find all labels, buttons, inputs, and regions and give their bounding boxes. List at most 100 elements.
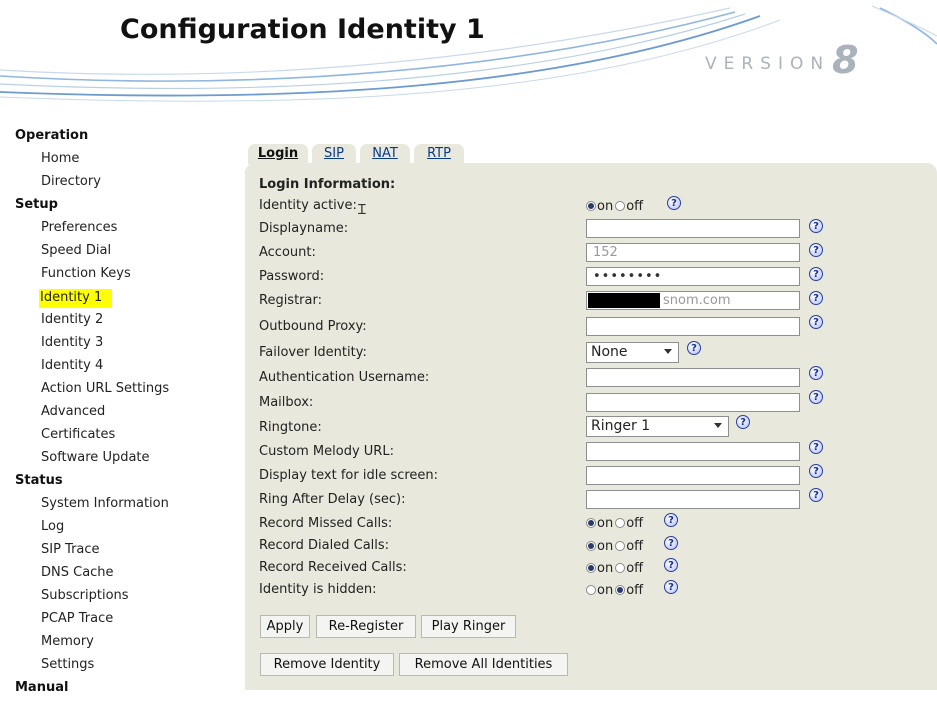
dropdown-arrow-icon	[714, 423, 722, 428]
record-dialed-on-radio[interactable]	[586, 541, 596, 551]
radio-off-label: off	[626, 561, 644, 576]
help-icon[interactable]: ?	[664, 513, 678, 527]
displayname-label: Displayname:	[259, 221, 349, 236]
mailbox-label: Mailbox:	[259, 395, 314, 410]
sidebar-item-pcap-trace[interactable]: PCAP Trace	[15, 611, 220, 634]
sidebar-item-label: Identity 2	[41, 312, 104, 327]
ringtone-select[interactable]: Ringer 1	[586, 416, 729, 437]
identity-active-radios: on off	[586, 199, 645, 215]
mailbox-field[interactable]	[586, 393, 800, 412]
sidebar-item-software-update[interactable]: Software Update	[15, 450, 220, 473]
help-icon[interactable]: ?	[809, 219, 823, 233]
sidebar-item-sip-trace[interactable]: SIP Trace	[15, 542, 220, 565]
password-field[interactable]	[586, 267, 800, 286]
identity-hidden-off-radio[interactable]	[615, 585, 626, 595]
radio-on-label: on	[597, 583, 614, 598]
remove-identity-button[interactable]: Remove Identity	[260, 653, 394, 676]
radio-on-label: on	[597, 561, 614, 576]
radio-on-label: on	[597, 516, 614, 531]
tab-rtp[interactable]: RTP	[414, 144, 464, 164]
help-icon[interactable]: ?	[809, 488, 823, 502]
auth-username-label: Authentication Username:	[259, 370, 430, 385]
tab-nat[interactable]: NAT	[360, 144, 410, 164]
record-dialed-label: Record Dialed Calls:	[259, 538, 390, 553]
help-icon[interactable]: ?	[809, 243, 823, 257]
record-received-off-radio[interactable]	[615, 563, 626, 573]
record-missed-on-radio[interactable]	[586, 518, 596, 528]
dropdown-arrow-icon	[664, 349, 672, 354]
sidebar-item-memory[interactable]: Memory	[15, 634, 220, 657]
help-icon[interactable]: ?	[736, 415, 750, 429]
identity-active-on-radio[interactable]	[586, 201, 596, 211]
play-ringer-button[interactable]: Play Ringer	[421, 615, 516, 638]
sidebar-item-label: DNS Cache	[41, 565, 114, 580]
help-icon[interactable]: ?	[664, 536, 678, 550]
ring-after-delay-field[interactable]	[586, 490, 800, 509]
failover-identity-select[interactable]: None	[586, 342, 679, 363]
help-icon[interactable]: ?	[664, 580, 678, 594]
tab-sip[interactable]: SIP	[312, 144, 356, 164]
page-title: Configuration Identity 1	[120, 14, 485, 45]
sidebar-item-identity-2[interactable]: Identity 2	[15, 312, 220, 335]
help-icon[interactable]: ?	[809, 267, 823, 281]
tab-label: Login	[257, 146, 299, 161]
page-header: Configuration Identity 1 VERSION8	[0, 0, 937, 118]
tab-label: NAT	[372, 146, 398, 161]
sidebar-item-certificates[interactable]: Certificates	[15, 427, 220, 450]
record-received-on-radio[interactable]	[586, 563, 596, 573]
help-icon[interactable]: ?	[687, 341, 701, 355]
identity-active-off-radio[interactable]	[615, 201, 626, 211]
help-icon[interactable]: ?	[809, 291, 823, 305]
help-icon[interactable]: ?	[809, 390, 823, 404]
help-icon[interactable]: ?	[664, 558, 678, 572]
failover-identity-label: Failover Identity:	[259, 345, 367, 360]
sidebar-item-settings[interactable]: Settings	[15, 657, 220, 680]
sidebar-item-label: Subscriptions	[41, 588, 129, 603]
account-field[interactable]	[586, 243, 800, 262]
sidebar-item-log[interactable]: Log	[15, 519, 220, 542]
sidebar-section-manual[interactable]: Manual	[15, 680, 220, 703]
radio-off-label: off	[626, 539, 644, 554]
record-missed-off-radio[interactable]	[615, 518, 626, 528]
custom-melody-url-field[interactable]	[586, 442, 800, 461]
record-dialed-off-radio[interactable]	[615, 541, 626, 551]
sidebar-item-dns-cache[interactable]: DNS Cache	[15, 565, 220, 588]
sidebar-item-speed-dial[interactable]: Speed Dial	[15, 243, 220, 266]
tab-label: RTP	[427, 146, 451, 161]
sidebar-nav: Operation Home Directory Setup Preferenc…	[15, 128, 220, 703]
help-icon[interactable]: ?	[809, 315, 823, 329]
sidebar-item-identity-1[interactable]: Identity 1	[15, 289, 220, 312]
sidebar-item-system-information[interactable]: System Information	[15, 496, 220, 519]
sidebar-item-subscriptions[interactable]: Subscriptions	[15, 588, 220, 611]
sidebar-item-home[interactable]: Home	[15, 151, 220, 174]
identity-hidden-label: Identity is hidden:	[259, 582, 377, 597]
sidebar-item-preferences[interactable]: Preferences	[15, 220, 220, 243]
outbound-proxy-field[interactable]	[586, 317, 800, 336]
idle-text-field[interactable]	[586, 466, 800, 485]
help-icon[interactable]: ?	[809, 464, 823, 478]
re-register-button[interactable]: Re-Register	[316, 615, 416, 638]
auth-username-field[interactable]	[586, 368, 800, 387]
sidebar-item-label: Log	[41, 519, 65, 534]
help-icon[interactable]: ?	[809, 366, 823, 380]
sidebar-item-function-keys[interactable]: Function Keys	[15, 266, 220, 289]
displayname-field[interactable]	[586, 219, 800, 238]
sidebar-item-identity-4[interactable]: Identity 4	[15, 358, 220, 381]
sidebar-item-action-url-settings[interactable]: Action URL Settings	[15, 381, 220, 404]
ring-after-delay-label: Ring After Delay (sec):	[259, 492, 406, 507]
sidebar-item-label: Home	[41, 151, 80, 166]
tab-login[interactable]: Login	[248, 144, 308, 164]
help-icon[interactable]: ?	[667, 196, 681, 210]
sidebar-item-label: Function Keys	[41, 266, 131, 281]
remove-all-identities-button[interactable]: Remove All Identities	[399, 653, 568, 676]
record-received-radios: on off	[586, 561, 645, 577]
apply-button[interactable]: Apply	[260, 615, 310, 638]
identity-hidden-on-radio[interactable]	[586, 585, 596, 595]
sidebar-item-identity-3[interactable]: Identity 3	[15, 335, 220, 358]
password-label: Password:	[259, 269, 325, 284]
sidebar-item-advanced[interactable]: Advanced	[15, 404, 220, 427]
radio-off-label: off	[626, 516, 644, 531]
help-icon[interactable]: ?	[809, 440, 823, 454]
sidebar-item-directory[interactable]: Directory	[15, 174, 220, 197]
sidebar-item-label: Memory	[41, 634, 94, 649]
